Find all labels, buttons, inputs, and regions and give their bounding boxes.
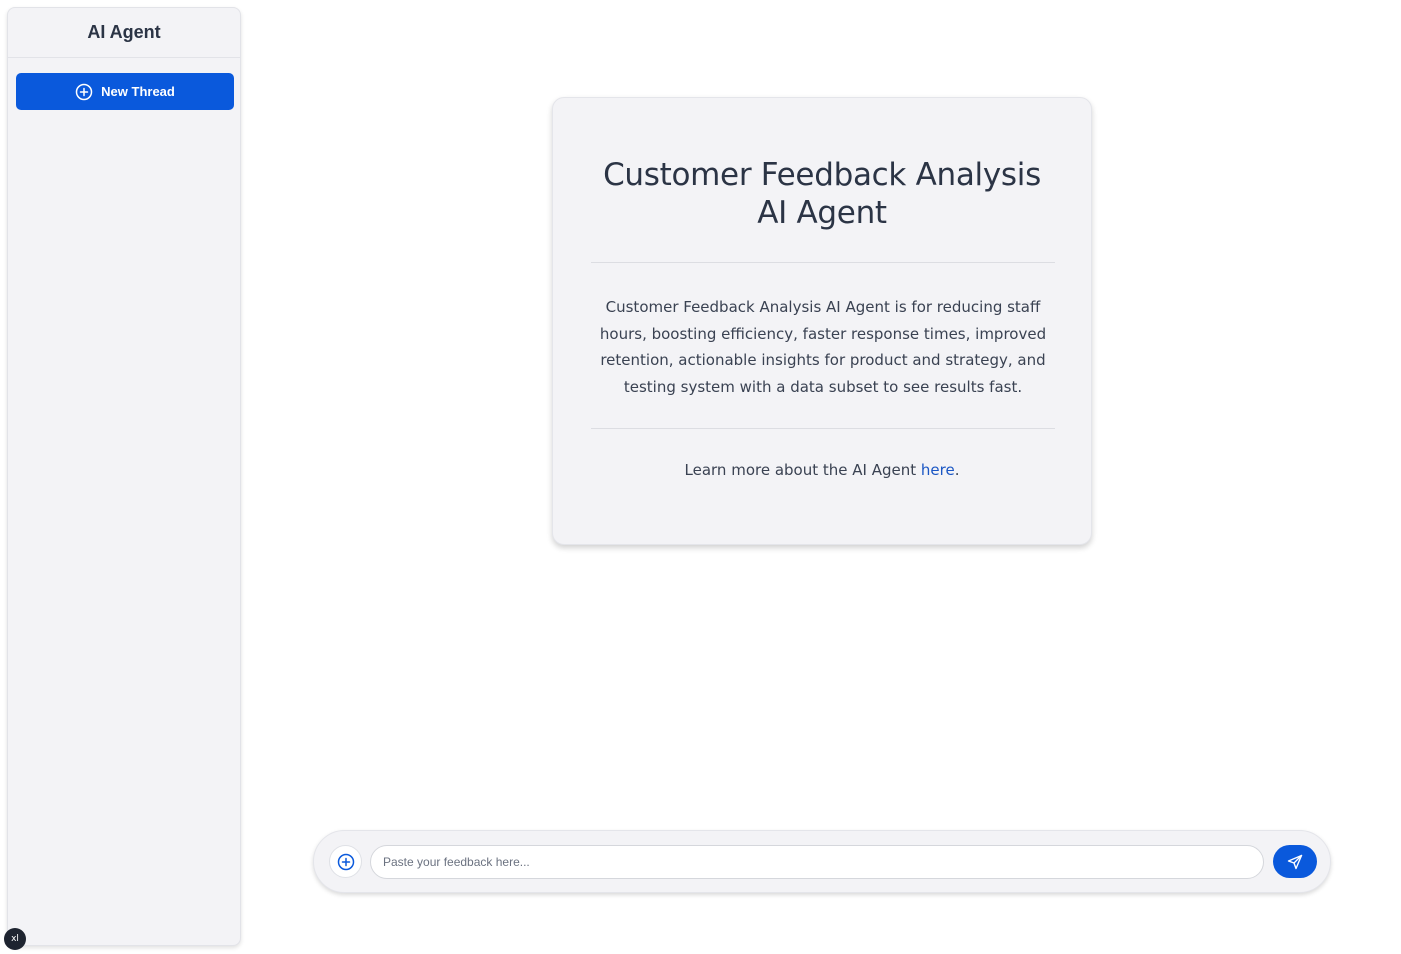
new-thread-button[interactable]: New Thread: [16, 73, 234, 110]
learn-more-link[interactable]: here: [921, 461, 955, 479]
new-thread-label: New Thread: [101, 84, 175, 99]
divider: [591, 428, 1055, 429]
learn-more-text: Learn more about the AI Agent here.: [553, 461, 1091, 479]
learn-more-prefix: Learn more about the AI Agent: [684, 461, 921, 479]
welcome-card: Customer Feedback Analysis AI Agent Cust…: [552, 97, 1092, 545]
sidebar: AI Agent New Thread: [7, 7, 241, 946]
sidebar-title: AI Agent: [8, 8, 240, 58]
divider: [591, 262, 1055, 263]
plus-circle-icon: [75, 83, 93, 101]
feedback-input[interactable]: [370, 845, 1264, 879]
plus-circle-icon: [337, 853, 355, 871]
attach-button[interactable]: [329, 845, 362, 878]
send-button[interactable]: [1273, 845, 1317, 878]
learn-more-suffix: .: [954, 461, 960, 479]
message-composer: [313, 830, 1331, 893]
card-description: Customer Feedback Analysis AI Agent is f…: [599, 298, 1047, 396]
breakpoint-badge: xl: [4, 928, 26, 950]
send-icon: [1287, 854, 1303, 870]
card-title: Customer Feedback Analysis AI Agent: [603, 157, 1041, 231]
